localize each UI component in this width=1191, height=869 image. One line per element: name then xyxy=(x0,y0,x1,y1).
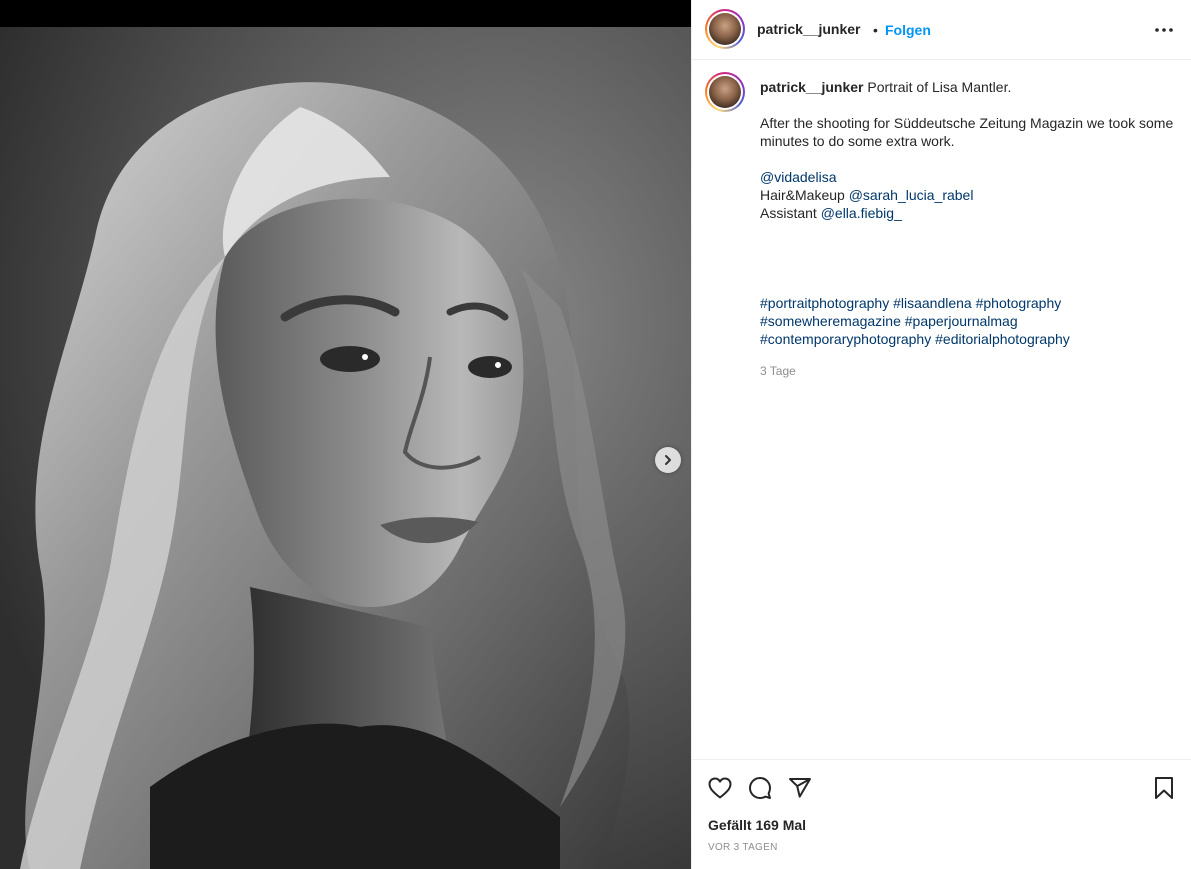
model-mention-link[interactable]: @vidadelisa xyxy=(760,169,836,185)
follow-button[interactable]: Folgen xyxy=(885,22,931,38)
hashtag-link[interactable]: #portraitphotography xyxy=(760,295,889,311)
chevron-right-icon xyxy=(665,455,671,465)
send-icon xyxy=(789,778,811,798)
assistant-mention-link[interactable]: @ella.fiebig_ xyxy=(821,205,902,221)
more-options-button[interactable] xyxy=(1152,18,1176,42)
post-actions: Gefällt 169 Mal VOR 3 TAGEN xyxy=(692,759,1191,869)
header-separator: • xyxy=(873,22,878,38)
avatar-image xyxy=(709,76,741,108)
hashtag-link[interactable]: #photography xyxy=(976,295,1062,311)
more-horizontal-icon xyxy=(1155,28,1173,32)
caption-title: Portrait of Lisa Mantler. xyxy=(867,79,1012,95)
hair-label: Hair&Makeup xyxy=(760,187,845,203)
heart-icon xyxy=(708,777,732,799)
media-top-bar xyxy=(0,0,691,27)
hair-mention-link[interactable]: @sarah_lucia_rabel xyxy=(849,187,974,203)
post-side-panel: patrick__junker • Folgen patrick__junker… xyxy=(691,0,1191,869)
author-avatar[interactable] xyxy=(705,9,745,49)
comment-icon xyxy=(749,777,771,799)
caption-username[interactable]: patrick__junker xyxy=(760,79,864,95)
assistant-label: Assistant xyxy=(760,205,817,221)
save-button[interactable] xyxy=(1150,774,1178,802)
next-image-button[interactable] xyxy=(655,447,681,473)
hashtag-link[interactable]: #lisaandlena xyxy=(893,295,972,311)
hashtag-link[interactable]: #contemporaryphotography xyxy=(760,331,931,347)
portrait-illustration xyxy=(0,27,691,869)
avatar-image xyxy=(709,13,741,45)
bookmark-icon xyxy=(1155,777,1173,799)
post-header: patrick__junker • Folgen xyxy=(692,0,1191,60)
share-button[interactable] xyxy=(786,774,814,802)
caption-timestamp[interactable]: 3 Tage xyxy=(760,362,1175,380)
posted-timestamp[interactable]: VOR 3 TAGEN xyxy=(708,842,778,853)
author-username[interactable]: patrick__junker xyxy=(757,21,861,37)
post-dialog: patrick__junker • Folgen patrick__junker… xyxy=(0,0,1191,869)
post-media xyxy=(0,0,691,869)
caption-paragraph: After the shooting for Süddeutsche Zeitu… xyxy=(760,115,1174,149)
comment-button[interactable] xyxy=(746,774,774,802)
likes-count[interactable]: Gefällt 169 Mal xyxy=(708,817,806,833)
caption-avatar[interactable] xyxy=(705,72,745,112)
hashtag-link[interactable]: #editorialphotography xyxy=(935,331,1070,347)
hashtag-link[interactable]: #somewheremagazine xyxy=(760,313,901,329)
hashtag-link[interactable]: #paperjournalmag xyxy=(905,313,1018,329)
portrait-photo[interactable] xyxy=(0,27,691,869)
caption-text: patrick__junker Portrait of Lisa Mantler… xyxy=(760,78,1175,380)
like-button[interactable] xyxy=(706,774,734,802)
